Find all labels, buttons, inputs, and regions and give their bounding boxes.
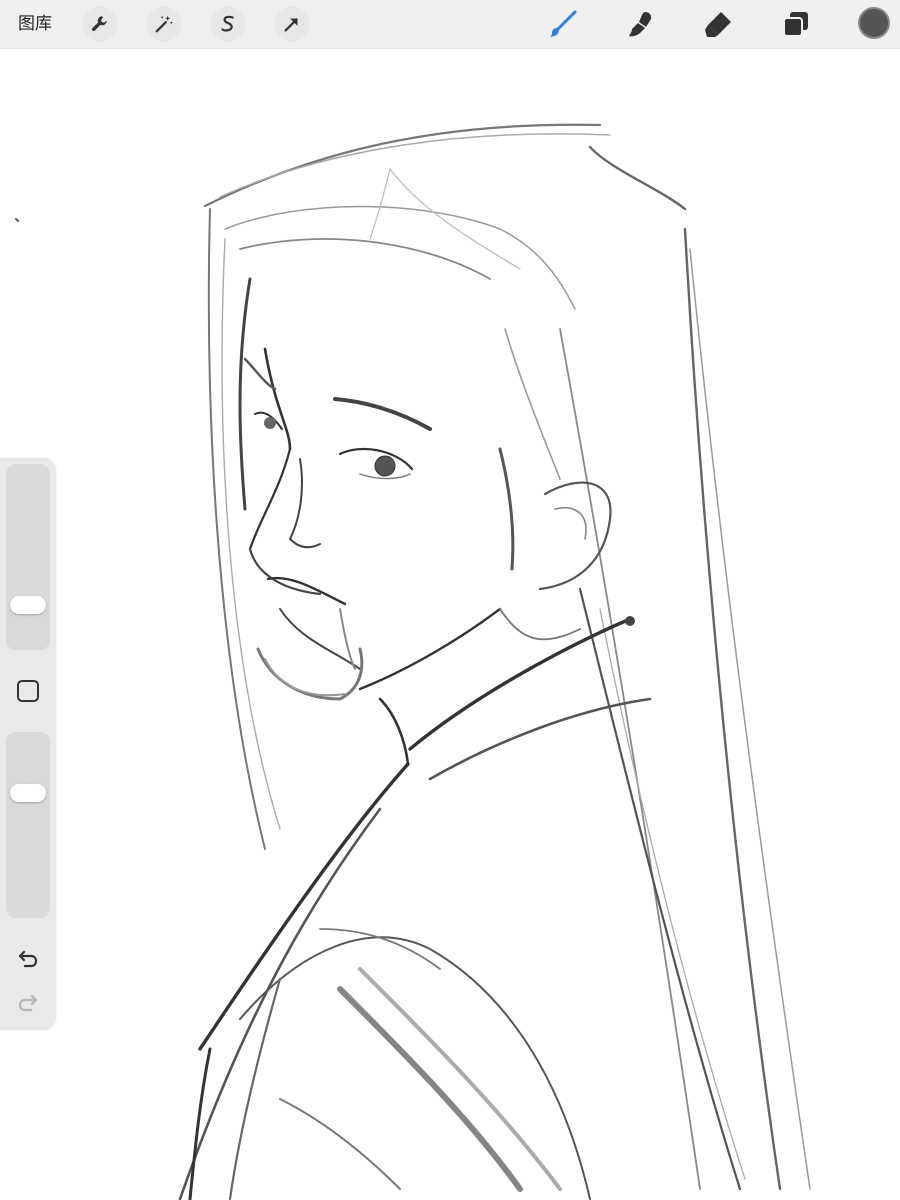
left-sidebar (0, 458, 56, 1030)
layers-icon (783, 12, 808, 37)
brush-tool-button[interactable] (545, 6, 581, 42)
drawing-canvas[interactable] (0, 49, 900, 1200)
redo-button[interactable] (14, 988, 42, 1016)
brush-size-thumb[interactable] (10, 596, 46, 614)
layers-button[interactable] (778, 6, 814, 42)
color-swatch-button[interactable] (858, 7, 890, 39)
undo-button[interactable] (14, 944, 42, 972)
brush-icon (550, 10, 577, 37)
procreate-app: 图库 (0, 0, 900, 1200)
smudge-icon (629, 12, 652, 37)
adjustments-button[interactable] (146, 6, 182, 42)
smudge-tool-button[interactable] (622, 6, 658, 42)
eraser-tool-button[interactable] (700, 6, 736, 42)
redo-icon (18, 994, 38, 1012)
modify-square-button[interactable] (17, 680, 39, 702)
sketch-artwork (15, 123, 811, 1200)
arrow-cursor-icon (284, 18, 298, 32)
undo-icon (18, 950, 38, 968)
selection-button[interactable] (210, 6, 246, 42)
transform-button[interactable] (274, 6, 310, 42)
actions-button[interactable] (82, 6, 118, 42)
top-toolbar: 图库 (0, 0, 900, 49)
opacity-thumb[interactable] (10, 784, 46, 802)
selection-s-icon (221, 15, 234, 32)
wrench-icon (91, 16, 107, 32)
gallery-button[interactable]: 图库 (18, 10, 52, 38)
opacity-slider[interactable] (6, 732, 50, 918)
eraser-icon (705, 12, 731, 37)
brush-size-slider[interactable] (6, 464, 50, 650)
magic-wand-icon (155, 15, 173, 33)
